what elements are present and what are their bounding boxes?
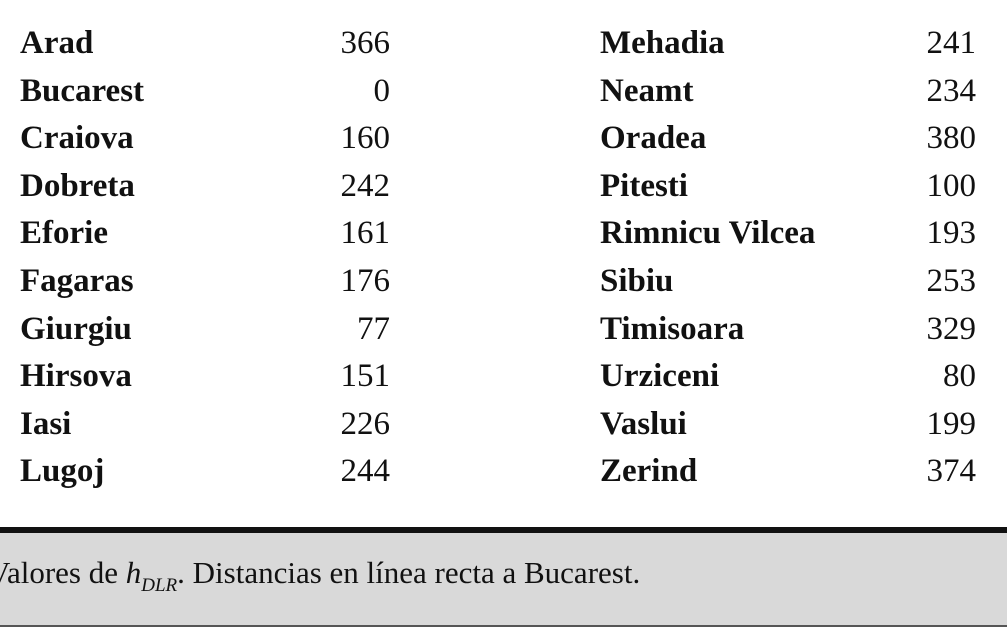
table-row: Mehadia 241	[600, 20, 976, 68]
table-column-right: Mehadia 241 Neamt 234 Oradea 380 Pitesti 100 Rim…	[600, 20, 976, 496]
city-name: Iasi	[20, 405, 72, 442]
city-name: Arad	[20, 25, 94, 61]
table-row: Pitesti 100	[600, 163, 976, 211]
distance-value: 234	[926, 72, 977, 109]
city-name: Craiova	[20, 120, 134, 157]
distance-value: 242	[340, 167, 391, 204]
table-row: Timisoara 329	[600, 306, 976, 354]
city-name: Bucarest	[20, 72, 145, 109]
distance-value: 244	[340, 453, 391, 490]
distance-value: 226	[340, 405, 391, 442]
table-row: Oradea 380	[600, 115, 976, 163]
distance-value: 366	[340, 25, 391, 61]
table-row: Lugoj 244	[20, 448, 390, 496]
city-name: Zerind	[600, 453, 698, 490]
distance-value: 374	[926, 453, 977, 490]
table-row: Giurgiu 77	[20, 306, 390, 354]
distance-value: 241	[926, 25, 977, 61]
distance-value: 161	[340, 215, 391, 252]
table-row: Bucarest 0	[20, 68, 390, 116]
table-row: Iasi 226	[20, 401, 390, 449]
figure-caption: Valores de hDLR. Distancias en línea rec…	[0, 555, 640, 597]
distance-value: 77	[357, 310, 390, 347]
caption-suffix: . Distancias en línea recta a Bucarest.	[177, 555, 641, 590]
table-row: Rimnicu Vilcea 193	[600, 210, 976, 258]
city-name: Vaslui	[600, 405, 687, 442]
table-row: Zerind 374	[600, 448, 976, 496]
city-name: Neamt	[600, 72, 694, 109]
city-name: Mehadia	[600, 25, 725, 61]
table-row: Hirsova 151	[20, 353, 390, 401]
distance-value: 80	[943, 358, 976, 395]
distance-value: 199	[926, 405, 977, 442]
caption-symbol: h	[125, 555, 142, 590]
table-row: Arad 366	[20, 20, 390, 68]
distance-value: 193	[926, 215, 977, 252]
city-name: Lugoj	[20, 453, 105, 490]
table-row: Fagaras 176	[20, 258, 390, 306]
distance-value: 329	[926, 310, 977, 347]
city-name: Rimnicu Vilcea	[600, 215, 816, 252]
distance-value: 253	[926, 262, 977, 299]
table-row: Vaslui 199	[600, 401, 976, 449]
table-row: Urziceni 80	[600, 353, 976, 401]
city-name: Sibiu	[600, 262, 674, 299]
caption-box: Valores de hDLR. Distancias en línea rec…	[0, 533, 1007, 627]
distance-value: 100	[926, 167, 977, 204]
city-name: Eforie	[20, 215, 108, 252]
table-row: Sibiu 253	[600, 258, 976, 306]
distance-value: 0	[373, 72, 391, 109]
table-row: Dobreta 242	[20, 163, 390, 211]
distance-value: 380	[926, 120, 977, 157]
table-row: Craiova 160	[20, 115, 390, 163]
city-name: Timisoara	[600, 310, 745, 347]
distance-value: 176	[340, 262, 391, 299]
distance-table: Arad 366 Bucarest 0 Craiova 160 Dobreta 242 Efor…	[0, 0, 1007, 527]
caption-prefix: Valores de	[0, 555, 126, 590]
distance-value: 151	[340, 358, 391, 395]
city-name: Hirsova	[20, 358, 132, 395]
city-name: Urziceni	[600, 358, 720, 395]
table-row: Neamt 234	[600, 68, 976, 116]
distance-value: 160	[340, 120, 391, 157]
city-name: Dobreta	[20, 167, 135, 204]
city-name: Pitesti	[600, 167, 688, 204]
city-name: Fagaras	[20, 262, 134, 299]
city-name: Giurgiu	[20, 310, 132, 347]
document-page: Arad 366 Bucarest 0 Craiova 160 Dobreta 242 Efor…	[0, 0, 1007, 629]
table-row: Eforie 161	[20, 210, 390, 258]
caption-subscript: DLR	[141, 575, 178, 596]
table-column-left: Arad 366 Bucarest 0 Craiova 160 Dobreta 242 Efor…	[20, 20, 390, 496]
city-name: Oradea	[600, 120, 707, 157]
